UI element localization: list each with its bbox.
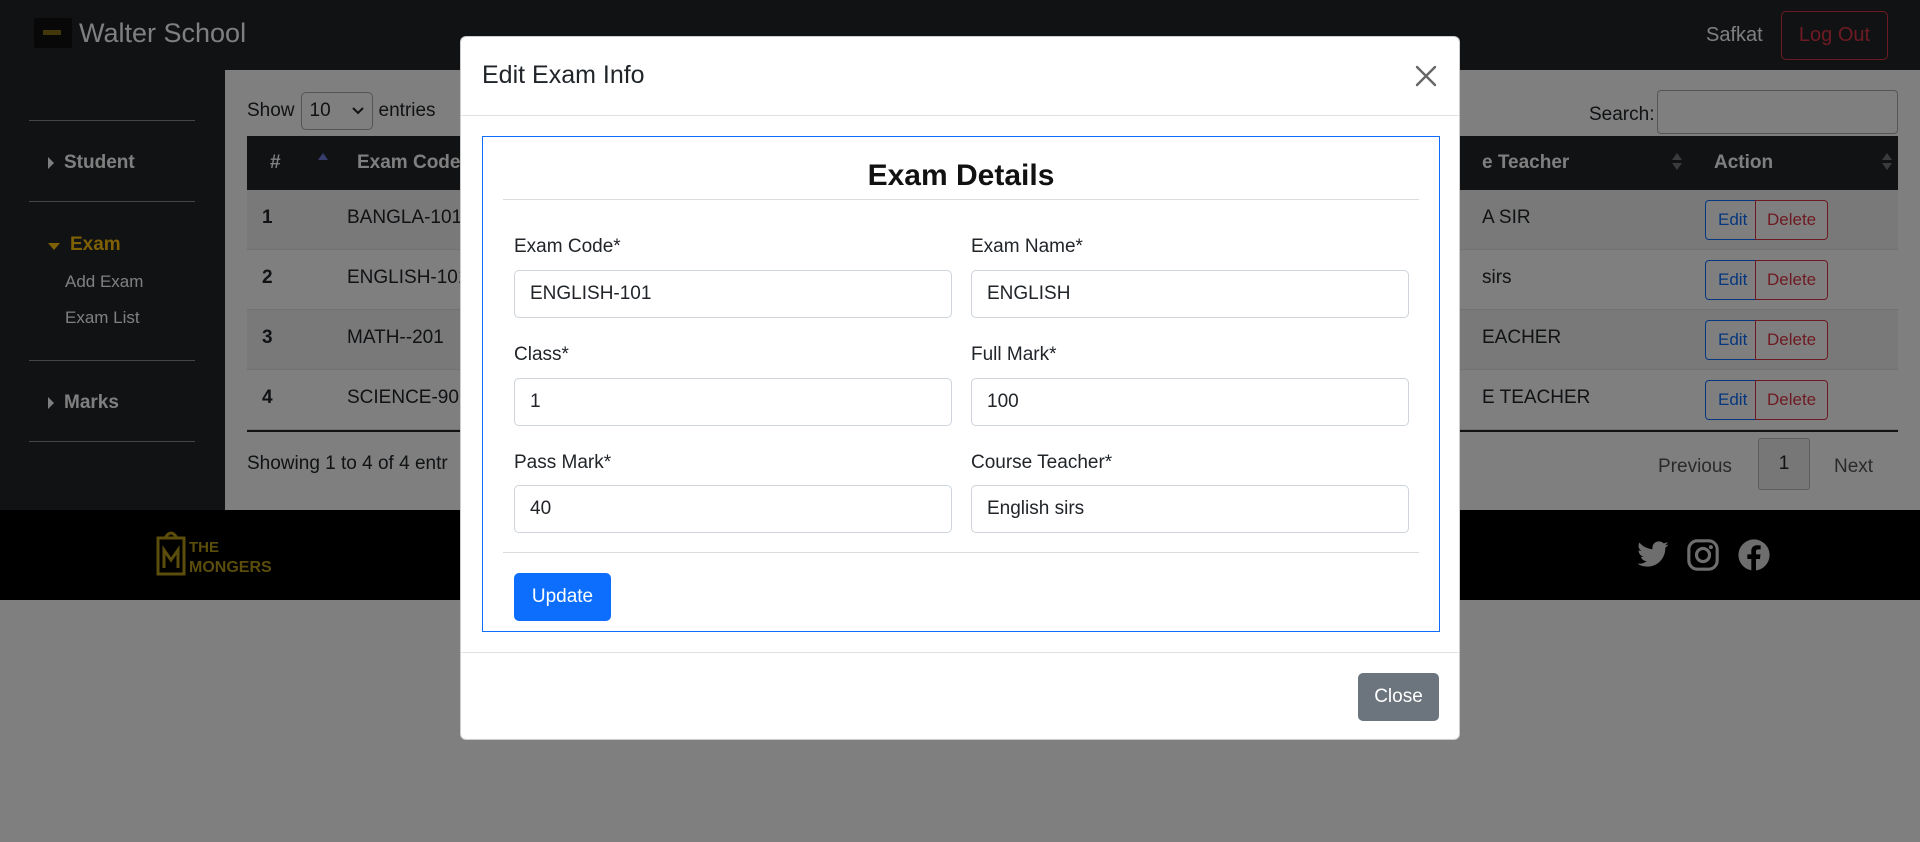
modal-header: Edit Exam Info xyxy=(461,37,1459,116)
exam-code-label: Exam Code* xyxy=(514,236,621,257)
section-title: Exam Details xyxy=(867,159,1055,192)
update-button[interactable]: Update xyxy=(514,573,611,621)
pass-mark-label: Pass Mark* xyxy=(514,452,612,473)
close-button[interactable]: Close xyxy=(1358,673,1439,721)
course-teacher-input[interactable]: English sirs xyxy=(971,485,1409,533)
course-teacher-label: Course Teacher* xyxy=(971,452,1113,473)
exam-name-input[interactable]: ENGLISH xyxy=(971,270,1409,318)
form-divider xyxy=(503,552,1419,553)
edit-exam-modal: Edit Exam Info Exam Details Exam Code* E… xyxy=(460,36,1460,740)
exam-form: Exam Details Exam Code* ENGLISH-101 Exam… xyxy=(482,136,1440,632)
full-mark-input[interactable]: 100 xyxy=(971,378,1409,426)
modal-footer-divider xyxy=(461,652,1459,653)
class-label: Class* xyxy=(514,344,569,365)
pass-mark-input[interactable]: 40 xyxy=(514,485,952,533)
full-mark-label: Full Mark* xyxy=(971,344,1057,365)
modal-title: Edit Exam Info xyxy=(482,61,645,89)
close-icon[interactable] xyxy=(1411,61,1441,91)
class-input[interactable]: 1 xyxy=(514,378,952,426)
section-divider xyxy=(503,199,1419,200)
exam-name-label: Exam Name* xyxy=(971,236,1083,257)
exam-code-input[interactable]: ENGLISH-101 xyxy=(514,270,952,318)
